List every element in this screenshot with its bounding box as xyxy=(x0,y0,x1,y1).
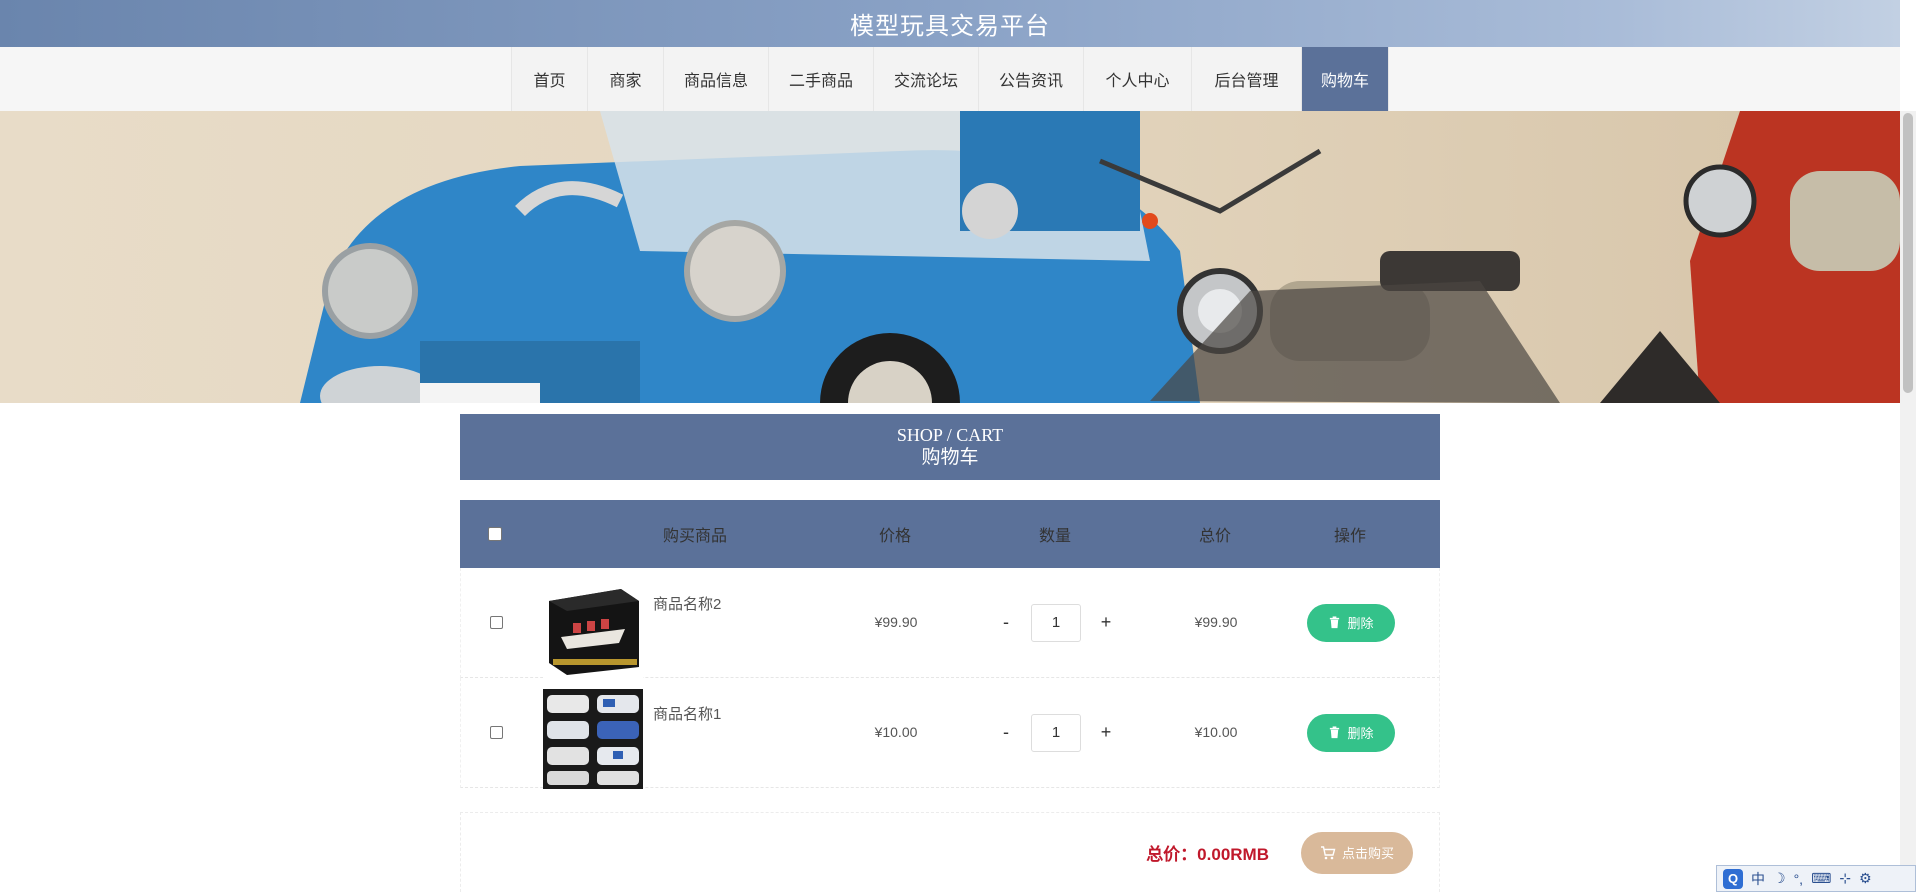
banner-illustration xyxy=(0,111,1900,403)
cart-row: 商品名称2 ¥99.90 - + ¥99.90 删除 xyxy=(460,568,1440,679)
site-title: 模型玩具交易平台 xyxy=(850,13,1050,40)
product-cell: 商品名称1 xyxy=(531,683,831,789)
quantity-plus-button[interactable]: + xyxy=(1099,722,1113,743)
cart-section-title: SHOP / CART 购物车 xyxy=(460,414,1440,480)
nav-item-personal-center[interactable]: 个人中心 xyxy=(1083,47,1191,111)
select-all-cell xyxy=(460,527,530,541)
quantity-cell: - + xyxy=(961,713,1151,752)
quantity-stepper: - + xyxy=(961,603,1151,642)
product-thumbnail-police-cars[interactable] xyxy=(543,688,643,789)
total-cell: ¥10.00 xyxy=(1151,724,1281,742)
select-all-checkbox[interactable] xyxy=(488,527,502,541)
row-select-cell xyxy=(461,616,531,629)
quantity-minus-button[interactable]: - xyxy=(999,722,1013,743)
quantity-plus-button[interactable]: + xyxy=(1099,612,1113,633)
cart-summary: 总价：0.00RMB 点击购买 xyxy=(460,812,1440,892)
product-price: ¥99.90 xyxy=(874,613,918,630)
ime-language-toggle[interactable]: 中 xyxy=(1751,869,1765,889)
cart-title-cn: 购物车 xyxy=(921,447,979,468)
price-cell: ¥99.90 xyxy=(831,614,961,632)
delete-button-label: 删除 xyxy=(1347,726,1374,741)
quantity-stepper: - + xyxy=(961,713,1151,752)
nav-item-merchants[interactable]: 商家 xyxy=(587,47,663,111)
quantity-cell: - + xyxy=(961,603,1151,642)
delete-button-label: 删除 xyxy=(1347,616,1374,631)
buy-button-label: 点击购买 xyxy=(1341,846,1394,861)
quantity-input[interactable] xyxy=(1031,713,1081,752)
trash-icon xyxy=(1330,726,1340,739)
column-header-price: 价格 xyxy=(878,528,911,545)
product-name[interactable]: 商品名称1 xyxy=(653,703,721,724)
ime-toolbar: Q 中 ☽ °, ⌨ ⊹ ⚙ xyxy=(1716,865,1916,892)
nav-item-forum[interactable]: 交流论坛 xyxy=(873,47,978,111)
site-header: 模型玩具交易平台 xyxy=(0,0,1900,47)
cart-row: 商品名称1 ¥10.00 - + ¥10.00 删除 xyxy=(460,678,1440,789)
total-cell: ¥99.90 xyxy=(1151,614,1281,632)
product-thumbnail-ship-box[interactable] xyxy=(543,578,643,679)
nav-item-admin[interactable]: 后台管理 xyxy=(1191,47,1301,111)
cart-total-sum: 总价：0.00RMB xyxy=(1146,845,1269,864)
quantity-input[interactable] xyxy=(1031,603,1081,642)
row-select-cell xyxy=(461,726,531,739)
ime-punctuation-icon[interactable]: °, xyxy=(1794,871,1804,887)
operation-cell: 删除 xyxy=(1281,713,1421,752)
nav-item-cart[interactable]: 购物车 xyxy=(1301,47,1389,111)
main-nav: 首页 商家 商品信息 二手商品 交流论坛 公告资讯 个人中心 后台管理 购物车 xyxy=(0,47,1900,111)
scrollbar-thumb[interactable] xyxy=(1903,113,1913,393)
column-header-operation: 操作 xyxy=(1333,528,1366,545)
column-header-total: 总价 xyxy=(1198,528,1231,545)
column-header-quantity: 数量 xyxy=(1038,528,1071,545)
nav-item-home[interactable]: 首页 xyxy=(511,47,587,111)
ime-settings-icon[interactable]: ⚙ xyxy=(1859,870,1872,887)
product-name[interactable]: 商品名称2 xyxy=(653,593,721,614)
nav-item-news[interactable]: 公告资讯 xyxy=(978,47,1083,111)
nav-item-products[interactable]: 商品信息 xyxy=(663,47,768,111)
cart-title-en: SHOP / CART xyxy=(896,425,1004,445)
trash-icon xyxy=(1330,616,1340,629)
cart-table: 购买商品 价格 数量 总价 操作 商品名称2 ¥99.90 - 1 + ¥99.… xyxy=(460,500,1440,789)
ime-logo-icon[interactable]: Q xyxy=(1723,868,1743,889)
quantity-minus-button[interactable]: - xyxy=(999,612,1013,633)
ime-keyboard-icon[interactable]: ⌨ xyxy=(1811,870,1831,887)
delete-button[interactable]: 删除 xyxy=(1307,603,1395,642)
row-total: ¥99.90 xyxy=(1194,613,1238,630)
buy-button[interactable]: 点击购买 xyxy=(1301,831,1413,874)
column-header-product: 购买商品 xyxy=(662,528,727,545)
delete-button[interactable]: 删除 xyxy=(1307,713,1395,752)
ime-tools-icon[interactable]: ⊹ xyxy=(1839,870,1851,887)
nav-item-second-hand[interactable]: 二手商品 xyxy=(768,47,873,111)
shopping-cart-icon xyxy=(1320,845,1336,859)
ime-moon-icon[interactable]: ☽ xyxy=(1773,870,1786,887)
row-checkbox[interactable] xyxy=(489,616,503,629)
row-total: ¥10.00 xyxy=(1194,723,1238,740)
banner-image xyxy=(0,111,1900,403)
operation-cell: 删除 xyxy=(1281,603,1421,642)
row-checkbox[interactable] xyxy=(489,726,503,739)
product-price: ¥10.00 xyxy=(874,723,918,740)
cart-table-header: 购买商品 价格 数量 总价 操作 xyxy=(460,500,1440,568)
price-cell: ¥10.00 xyxy=(831,724,961,742)
product-cell: 商品名称2 xyxy=(531,573,831,679)
